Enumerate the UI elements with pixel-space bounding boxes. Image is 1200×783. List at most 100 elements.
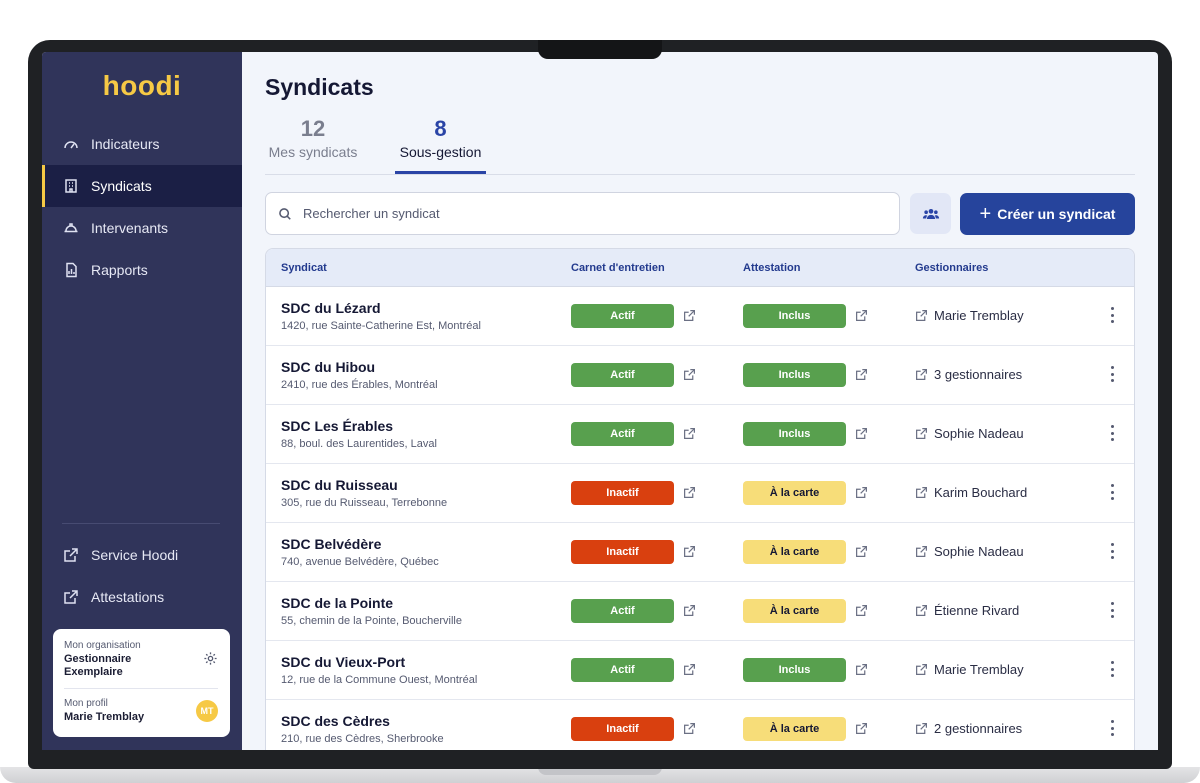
external-link-icon[interactable] [855,309,868,322]
sidebar-item-syndicats[interactable]: Syndicats [42,165,242,207]
external-link-icon[interactable] [683,486,696,499]
table-row[interactable]: SDC du Ruisseau 305, rue du Ruisseau, Ter… [266,464,1134,523]
row-menu-icon[interactable] [1109,307,1115,323]
hoodi-logo[interactable]: hoodi [42,70,242,102]
external-link-icon[interactable] [855,663,868,676]
sidebar-link-service-hoodi[interactable]: Service Hoodi [42,534,242,576]
sidebar-item-rapports[interactable]: Rapports [42,249,242,291]
table-row[interactable]: SDC du Vieux-Port 12, rue de la Commune O… [266,641,1134,700]
manager-name: Sophie Nadeau [934,544,1024,559]
syndicat-name[interactable]: SDC du Lézard [281,300,381,316]
column-header-attestation[interactable]: Attestation [743,262,800,274]
manager-name: Étienne Rivard [934,603,1020,618]
external-link-icon[interactable] [855,486,868,499]
column-header-syndicat[interactable]: Syndicat [281,262,327,274]
syndicat-name[interactable]: SDC de la Pointe [281,595,393,611]
syndicat-address: 740, avenue Belvédère, Québec [281,556,439,568]
external-link-icon[interactable] [683,427,696,440]
manager-name: 2 gestionnaires [934,721,1023,736]
sidebar: hoodi Indicateurs Syndicats Intervenants… [42,52,242,750]
search-icon [279,207,291,220]
external-link-icon[interactable] [683,309,696,322]
row-menu-icon[interactable] [1109,602,1115,618]
manager-name: Marie Tremblay [934,308,1024,323]
sidebar-item-intervenants[interactable]: Intervenants [42,207,242,249]
table-row[interactable]: SDC Belvédère 740, avenue Belvédère, Québ… [266,523,1134,582]
external-link-icon[interactable] [683,545,696,558]
table-row[interactable]: SDC du Hibou 2410, rue des Érables, Montr… [266,346,1134,405]
external-link-icon[interactable] [855,427,868,440]
syndicat-name[interactable]: SDC Les Érables [281,418,393,434]
sidebar-link-attestations[interactable]: Attestations [42,576,242,618]
external-link-icon[interactable] [683,722,696,735]
row-menu-icon[interactable] [1109,543,1115,559]
group-filter-button[interactable] [910,193,951,234]
tab-mes-syndicats[interactable]: 12 Mes syndicats [265,116,361,160]
manager-link[interactable]: Karim Bouchard [915,485,1027,500]
manager-name: Sophie Nadeau [934,426,1024,441]
row-menu-icon[interactable] [1109,425,1115,441]
attestation-status-badge: À la carte [743,481,846,505]
external-link-icon [915,663,928,676]
sidebar-link-label: Service Hoodi [91,547,179,563]
attestation-status-badge: À la carte [743,599,846,623]
syndicat-name[interactable]: SDC du Vieux-Port [281,654,405,670]
manager-name: Marie Tremblay [934,662,1024,677]
table-row[interactable]: SDC du Lézard 1420, rue Sainte-Catherine … [266,287,1134,346]
external-link-icon[interactable] [855,368,868,381]
tabs-divider [265,174,1135,175]
sidebar-item-label: Indicateurs [91,136,160,152]
table-row[interactable]: SDC des Cèdres 210, rue des Cèdres, Sherb… [266,700,1134,750]
column-header-carnet[interactable]: Carnet d'entretien [571,262,665,274]
organization-section[interactable]: Mon organisation Gestionnaire Exemplaire [64,640,184,679]
external-link-icon[interactable] [855,722,868,735]
manager-link[interactable]: Marie Tremblay [915,308,1024,323]
external-link-icon[interactable] [683,604,696,617]
external-link-icon[interactable] [855,604,868,617]
manager-link[interactable]: Étienne Rivard [915,603,1019,618]
syndicat-address: 2410, rue des Érables, Montréal [281,379,438,391]
attestation-status-badge: Inclus [743,658,846,682]
syndicat-address: 88, boul. des Laurentides, Laval [281,438,437,450]
create-syndicat-button[interactable]: + Créer un syndicat [960,193,1135,235]
syndicat-name[interactable]: SDC du Ruisseau [281,477,398,493]
column-header-gestionnaires[interactable]: Gestionnaires [915,262,988,274]
sidebar-item-indicateurs[interactable]: Indicateurs [42,123,242,165]
manager-link[interactable]: Sophie Nadeau [915,544,1024,559]
syndicat-name[interactable]: SDC Belvédère [281,536,381,552]
syndicat-name[interactable]: SDC des Cèdres [281,713,390,729]
manager-link[interactable]: 3 gestionnaires [915,367,1022,382]
gear-icon[interactable] [203,651,218,666]
tab-sous-gestion[interactable]: 8 Sous-gestion [395,116,486,160]
profile-section[interactable]: Mon profil Marie Tremblay [64,698,144,724]
row-menu-icon[interactable] [1109,720,1115,736]
table-row[interactable]: SDC Les Érables 88, boul. des Laurentides… [266,405,1134,464]
avatar[interactable]: MT [196,700,218,722]
manager-link[interactable]: Marie Tremblay [915,662,1024,677]
plus-icon: + [979,203,992,225]
syndicat-name[interactable]: SDC du Hibou [281,359,375,375]
external-link-icon[interactable] [855,545,868,558]
row-menu-icon[interactable] [1109,484,1115,500]
tab-count: 12 [300,116,326,141]
syndicat-address: 12, rue de la Commune Ouest, Montréal [281,674,478,686]
attestation-status-badge: À la carte [743,717,846,741]
external-link-icon [62,588,80,606]
carnet-status-badge: Inactif [571,717,674,741]
search-box[interactable] [265,192,900,235]
external-link-icon [915,309,928,322]
create-syndicat-label: Créer un syndicat [997,206,1116,222]
carnet-status-badge: Actif [571,304,674,328]
row-menu-icon[interactable] [1109,366,1115,382]
organization-card: Mon organisation Gestionnaire Exemplaire… [53,629,230,737]
manager-link[interactable]: 2 gestionnaires [915,721,1022,736]
external-link-icon[interactable] [683,663,696,676]
gauge-icon [62,135,80,153]
row-menu-icon[interactable] [1109,661,1115,677]
table-row[interactable]: SDC de la Pointe 55, chemin de la Pointe,… [266,582,1134,641]
search-input[interactable] [303,206,863,221]
syndicats-table: Syndicat Carnet d'entretien Attestation … [265,248,1135,750]
external-link-icon[interactable] [683,368,696,381]
manager-link[interactable]: Sophie Nadeau [915,426,1024,441]
main-content: Syndicats 12 Mes syndicats 8 Sous-gestio… [242,52,1158,750]
